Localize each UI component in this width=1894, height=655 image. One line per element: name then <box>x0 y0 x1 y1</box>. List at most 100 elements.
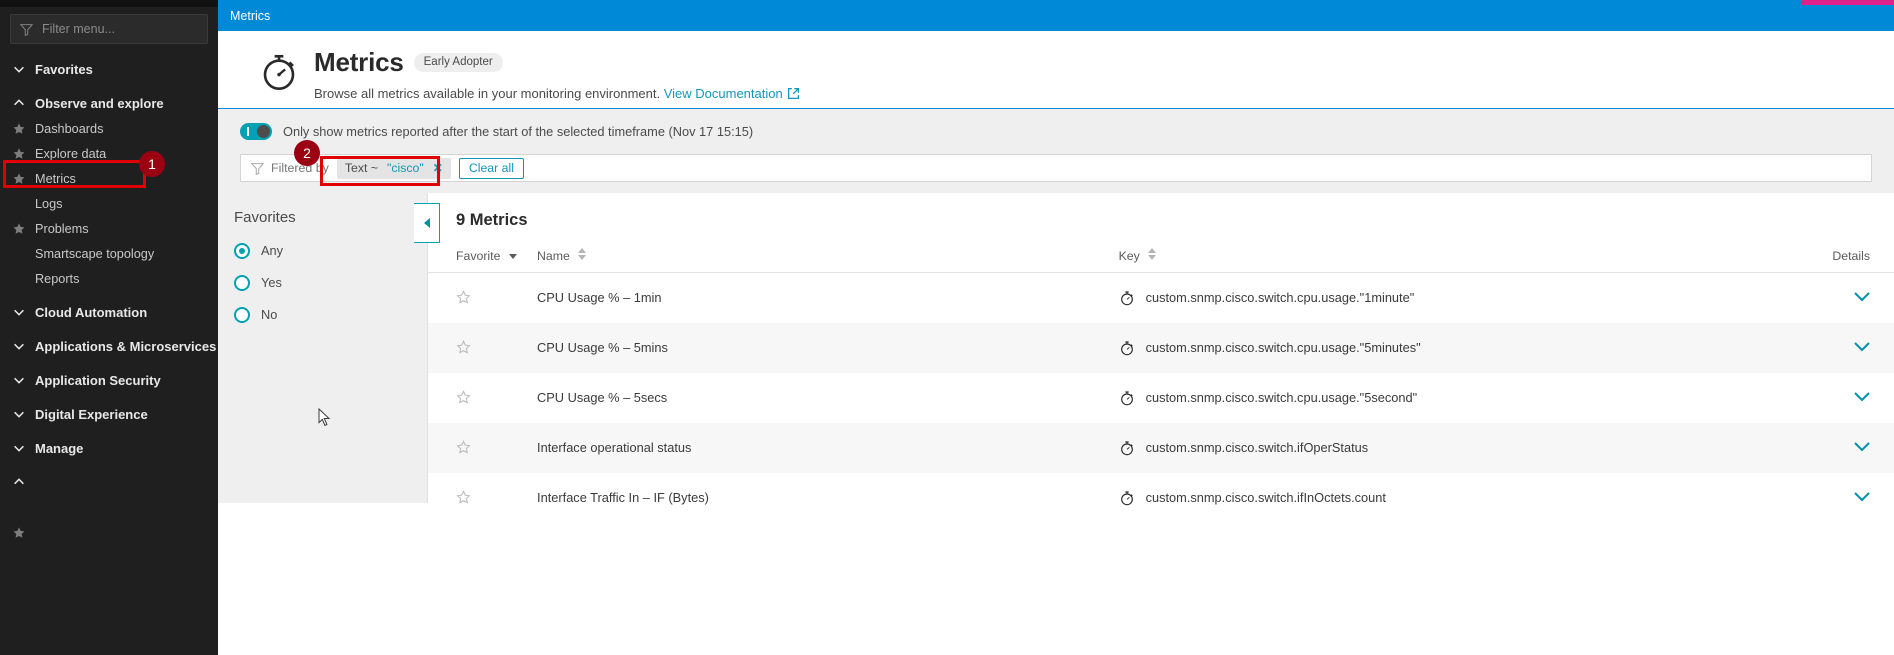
chevron-down-icon[interactable] <box>1854 492 1870 502</box>
stopwatch-icon <box>1120 291 1133 305</box>
chevron-down-icon <box>14 343 24 350</box>
row-key-text: custom.snmp.cisco.switch.ifInOctets.coun… <box>1145 490 1386 505</box>
chevron-down-icon[interactable] <box>1854 442 1870 452</box>
sidebar-item-smartscape-topology[interactable]: Smartscape topology <box>0 241 218 266</box>
star-icon[interactable] <box>456 490 471 505</box>
annotation-badge-2-label: 2 <box>303 145 311 161</box>
filtered-by: Filtered by <box>251 161 329 175</box>
star-icon[interactable] <box>456 390 471 405</box>
sidebar-item-reports[interactable]: Reports <box>0 266 218 291</box>
radio-icon[interactable] <box>234 242 250 259</box>
sidebar-group-favorites[interactable]: Favorites <box>0 56 218 82</box>
column-header-name[interactable]: Name <box>537 248 1119 273</box>
chevron-up-icon <box>14 99 24 106</box>
star-icon <box>13 172 25 184</box>
filter-menu-input[interactable]: Filter menu... <box>10 14 208 44</box>
sidebar-item-logs[interactable]: Logs <box>0 191 218 216</box>
row-favorite-cell <box>428 422 538 473</box>
row-key-wrap: custom.snmp.cisco.switch.ifOperStatus <box>1119 440 1725 456</box>
sidebar-group-label: Favorites <box>35 61 93 77</box>
sidebar-group-label: Application Security <box>35 372 161 388</box>
sidebar-group-digital-experience[interactable]: Manage <box>0 435 218 461</box>
sidebar-filter-wrap: Filter menu... <box>0 7 218 44</box>
sidebar-group-infrastructure[interactable]: Cloud Automation <box>0 299 218 325</box>
table-row[interactable]: CPU Usage % – 5mins custom.snmp.cisco.sw… <box>428 322 1894 373</box>
chevron-down-icon[interactable] <box>1854 342 1870 352</box>
stopwatch-icon <box>1120 390 1133 405</box>
clear-all-button[interactable]: Clear all <box>458 157 524 179</box>
sidebar-group-applications-and-microservices[interactable]: Application Security <box>0 367 218 393</box>
row-favorite-cell <box>428 322 538 373</box>
chevron-up-icon <box>14 478 24 485</box>
results-panel: 9 Metrics Favorite Name Key Details CPU … <box>414 193 1894 505</box>
page-header-text: Metrics Early Adopter Browse all metrics… <box>314 47 800 101</box>
sidebar-item-explore-data[interactable]: Explore data <box>0 141 218 166</box>
collapse-facets-button[interactable] <box>414 203 440 243</box>
radio-icon[interactable] <box>234 306 250 323</box>
sidebar-item-problems[interactable]: Problems <box>0 216 218 241</box>
row-details-cell <box>1724 473 1894 523</box>
page-title: Metrics <box>314 47 404 77</box>
sidebar-group-label: Cloud Automation <box>35 304 148 320</box>
column-header-favorite[interactable]: Favorite <box>428 248 538 273</box>
row-details-cell <box>1724 273 1894 323</box>
window-titlebar: Metrics <box>218 0 1894 31</box>
sidebar-group-cloud-automation[interactable]: Applications & Microservices <box>0 333 218 359</box>
page-subtitle: Browse all metrics available in your mon… <box>314 86 800 101</box>
sort-desc-icon <box>508 253 517 259</box>
early-adopter-badge: Early Adopter <box>413 53 503 72</box>
star-icon[interactable] <box>456 290 471 305</box>
main-content: Metrics Metrics Early Adopter Browse all… <box>218 0 1894 655</box>
caret-left-icon <box>423 218 430 228</box>
filter-chip-field: Text ~ <box>344 161 379 175</box>
close-icon[interactable]: ✕ <box>433 161 443 175</box>
radio-icon[interactable] <box>234 274 250 291</box>
content-area: Favorites Any Yes No 9 Metrics Favorite … <box>218 193 1894 505</box>
sidebar-group-manage[interactable] <box>0 469 218 495</box>
table-row[interactable]: Interface operational status custom.snmp… <box>428 422 1894 473</box>
sidebar-item-dashboards[interactable]: Dashboards <box>0 116 218 141</box>
sidebar-item-label: Explore data <box>35 146 107 161</box>
sidebar-item-deploy-dynatrace[interactable] <box>0 520 218 545</box>
star-icon[interactable] <box>456 440 471 455</box>
row-key-cell: custom.snmp.cisco.switch.ifOperStatus <box>1118 422 1725 473</box>
metrics-table-head: Favorite Name Key Details <box>428 248 1894 273</box>
star-icon <box>13 526 25 538</box>
facet-option-yes[interactable]: Yes <box>234 270 427 295</box>
sidebar-group-application-security[interactable]: Digital Experience <box>0 401 218 427</box>
timeframe-toggle[interactable] <box>240 123 272 140</box>
row-key-cell: custom.snmp.cisco.switch.ifInOctets.coun… <box>1119 473 1725 523</box>
view-documentation-link[interactable]: View Documentation <box>664 86 800 101</box>
row-details-cell <box>1724 373 1894 423</box>
table-row[interactable]: CPU Usage % – 1min custom.snmp.cisco.swi… <box>428 273 1894 323</box>
star-icon[interactable] <box>456 340 471 355</box>
sidebar-group-observe-and-explore[interactable]: Observe and explore <box>0 90 218 116</box>
sidebar-item-hub[interactable] <box>0 495 218 520</box>
row-favorite-cell <box>428 473 537 523</box>
row-details-cell <box>1724 422 1894 473</box>
sidebar-item-metrics[interactable]: Metrics <box>0 166 218 191</box>
sidebar-item-label: Problems <box>35 221 89 236</box>
facet-option-no[interactable]: No <box>234 302 427 327</box>
table-row[interactable]: Interface Traffic In – IF (Bytes) custom… <box>428 473 1894 523</box>
sort-both-icon <box>1148 248 1157 260</box>
application-window: Filter menu... Favorites Observe and exp… <box>0 0 1894 655</box>
chevron-down-icon[interactable] <box>1854 292 1870 302</box>
table-row[interactable]: CPU Usage % – 5secs custom.snmp.cisco.sw… <box>428 373 1894 423</box>
column-header-key[interactable]: Key <box>1118 248 1725 273</box>
filter-chip-text-cisco[interactable]: Text ~ "cisco" ✕ <box>336 157 451 179</box>
column-header-name-label: Name <box>537 249 570 263</box>
star-icon <box>13 122 25 134</box>
filter-bar[interactable]: Filtered by Text ~ "cisco" ✕ Clear all <box>240 154 1872 182</box>
row-name-cell: Interface Traffic In – IF (Bytes) <box>537 490 709 505</box>
stopwatch-icon <box>1120 440 1133 455</box>
row-favorite-cell <box>428 273 537 323</box>
chevron-down-icon[interactable] <box>1854 392 1870 402</box>
star-icon <box>13 222 25 234</box>
sidebar-item-label: Smartscape topology <box>35 246 155 261</box>
star-icon <box>13 147 25 159</box>
sidebar: Filter menu... Favorites Observe and exp… <box>0 0 218 655</box>
mouse-cursor <box>318 408 331 427</box>
facet-option-any[interactable]: Any <box>234 238 427 263</box>
stopwatch-icon <box>263 54 295 90</box>
